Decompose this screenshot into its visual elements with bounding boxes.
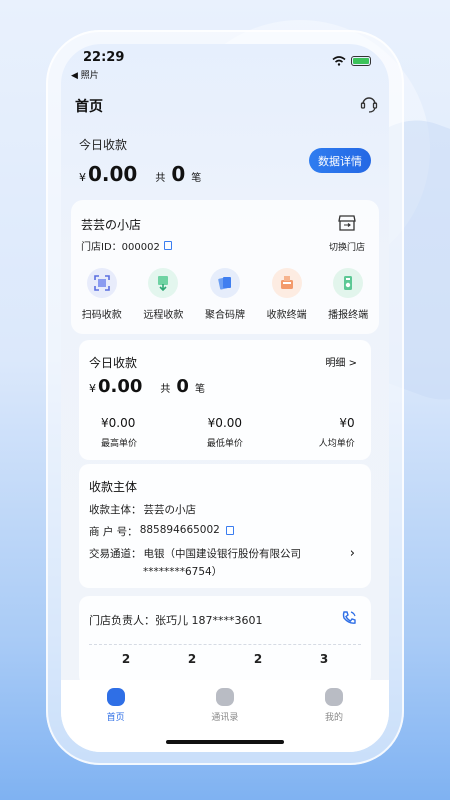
today-detail-card: 今日收款 明细 > ¥ 0.00 共 0 笔 ¥0.00 最高单价 ¥0.00 … [79, 340, 371, 460]
channel-row-cont: ********6754） [143, 564, 222, 579]
stat-label: 最低单价 [206, 439, 243, 449]
subject-title: 收款主体 [89, 480, 138, 494]
action-label: 播报终端 [328, 310, 369, 321]
count-prefix: 共 [160, 384, 171, 395]
action-pos-terminal[interactable]: 收款终端 [256, 268, 318, 321]
home-icon [106, 688, 125, 706]
today-amount: 0.00 [88, 162, 138, 186]
scan-icon [86, 268, 117, 298]
action-label: 聚合码牌 [204, 310, 245, 321]
action-label: 远程收款 [143, 310, 184, 321]
wifi-icon [332, 56, 346, 66]
today-detail-amount: ¥ 0.00 共 0 笔 [89, 376, 205, 397]
action-label: 收款终端 [266, 310, 307, 321]
copy-icon[interactable] [225, 526, 234, 535]
row-label: 商 户 号： [89, 526, 138, 538]
action-scan-pay[interactable]: 扫码收款 [71, 268, 133, 321]
today-detail-title: 今日收款 [89, 356, 138, 370]
switch-store-button[interactable]: 切换门店 [325, 214, 369, 253]
manager-info: 门店负责人：张巧儿 187****3601 [89, 614, 263, 627]
today-summary-amount: ¥ 0.00 共 0 笔 [79, 162, 201, 186]
today-summary-title: 今日收款 [79, 138, 128, 152]
action-label: 扫码收款 [81, 310, 122, 321]
row-label: 交易通道： [89, 548, 142, 560]
stat-value: ¥0.00 [207, 416, 243, 430]
stat-label: 人均单价 [318, 439, 355, 449]
divider [89, 644, 361, 645]
stat-value: ¥0 [339, 416, 355, 430]
stat-max-price: ¥0.00 最高单价 [79, 416, 176, 449]
status-time: 22:29 [83, 50, 125, 65]
row-value: 芸芸の小店 [143, 504, 197, 516]
count-value: 2 [121, 652, 131, 666]
count-value: 2 [187, 652, 197, 666]
detail-count: 0 [176, 376, 189, 397]
contacts-icon [215, 688, 234, 706]
app-screen: 22:29 ◀ 照片 首页 今日收款 ¥ 0.00 共 0 笔 数据详情 芸芸の… [61, 44, 389, 752]
currency-symbol: ¥ [79, 171, 86, 184]
count-value: 3 [319, 652, 329, 666]
stat-avg-price: ¥0 人均单价 [273, 416, 370, 449]
detail-link[interactable]: 明细 > [325, 354, 357, 369]
chevron-right-icon[interactable]: › [350, 546, 355, 561]
qr-card-icon [209, 268, 240, 298]
count-row: 2 2 2 3 [79, 652, 371, 666]
count-suffix: 笔 [194, 384, 205, 395]
status-bar: 22:29 ◀ 照片 [61, 44, 389, 84]
tab-profile[interactable]: 我的 [279, 680, 388, 752]
detail-amount: 0.00 [98, 376, 143, 397]
tab-label: 通讯录 [211, 713, 239, 723]
store-manager-card: 门店负责人：张巧儿 187****3601 2 2 2 3 [79, 596, 371, 686]
stat-value: ¥0.00 [101, 416, 136, 430]
channel-row[interactable]: 交易通道： 电银（中国建设银行股份有限公司 [89, 546, 301, 561]
subject-row: 收款主体： 芸芸の小店 [89, 502, 196, 517]
store-card: 芸芸の小店 门店ID：000002 切换门店 扫码收款 远程收款 聚合码牌 收款… [71, 200, 379, 334]
store-id-text: 门店ID：000002 [81, 242, 160, 253]
remote-pay-icon [148, 268, 179, 298]
currency-symbol: ¥ [89, 382, 96, 395]
back-to-photos-link[interactable]: ◀ 照片 [71, 68, 99, 81]
page-title: 首页 [75, 99, 103, 115]
tab-home[interactable]: 首页 [61, 680, 170, 752]
copy-icon[interactable] [163, 241, 172, 250]
count-prefix: 共 [155, 173, 166, 184]
row-label: 收款主体： [89, 504, 142, 516]
quick-actions: 扫码收款 远程收款 聚合码牌 收款终端 播报终端 [71, 268, 379, 321]
store-switch-icon [338, 215, 356, 231]
action-qr-card[interactable]: 聚合码牌 [194, 268, 256, 321]
switch-store-label: 切换门店 [328, 243, 365, 253]
price-stats: ¥0.00 最高单价 ¥0.00 最低单价 ¥0 人均单价 [79, 416, 371, 449]
action-remote-pay[interactable]: 远程收款 [133, 268, 195, 321]
row-value: 电银（中国建设银行股份有限公司 [143, 548, 302, 560]
status-icons [332, 56, 371, 66]
stat-min-price: ¥0.00 最低单价 [176, 416, 273, 449]
store-name: 芸芸の小店 [81, 218, 142, 232]
tab-label: 我的 [325, 713, 344, 723]
profile-icon [325, 688, 344, 706]
pos-terminal-icon [271, 268, 302, 298]
phone-call-icon[interactable] [341, 610, 357, 626]
speaker-terminal-icon [333, 268, 364, 298]
home-indicator [166, 740, 284, 744]
count-suffix: 笔 [191, 173, 202, 184]
action-speaker-terminal[interactable]: 播报终端 [317, 268, 379, 321]
count-value: 2 [253, 652, 263, 666]
row-value: ********6754） [143, 566, 223, 578]
store-id: 门店ID：000002 [81, 238, 172, 253]
payee-subject-card: 收款主体 收款主体： 芸芸の小店 商 户 号： 885894665002 交易通… [79, 464, 371, 588]
today-count: 0 [171, 162, 186, 186]
tab-label: 首页 [106, 713, 125, 723]
merchant-number-row: 商 户 号： 885894665002 [89, 524, 234, 539]
customer-service-icon[interactable] [359, 94, 379, 114]
row-value: 885894665002 [139, 524, 220, 536]
battery-icon [351, 56, 371, 66]
stat-label: 最高单价 [101, 439, 138, 449]
data-detail-button[interactable]: 数据详情 [309, 148, 371, 173]
